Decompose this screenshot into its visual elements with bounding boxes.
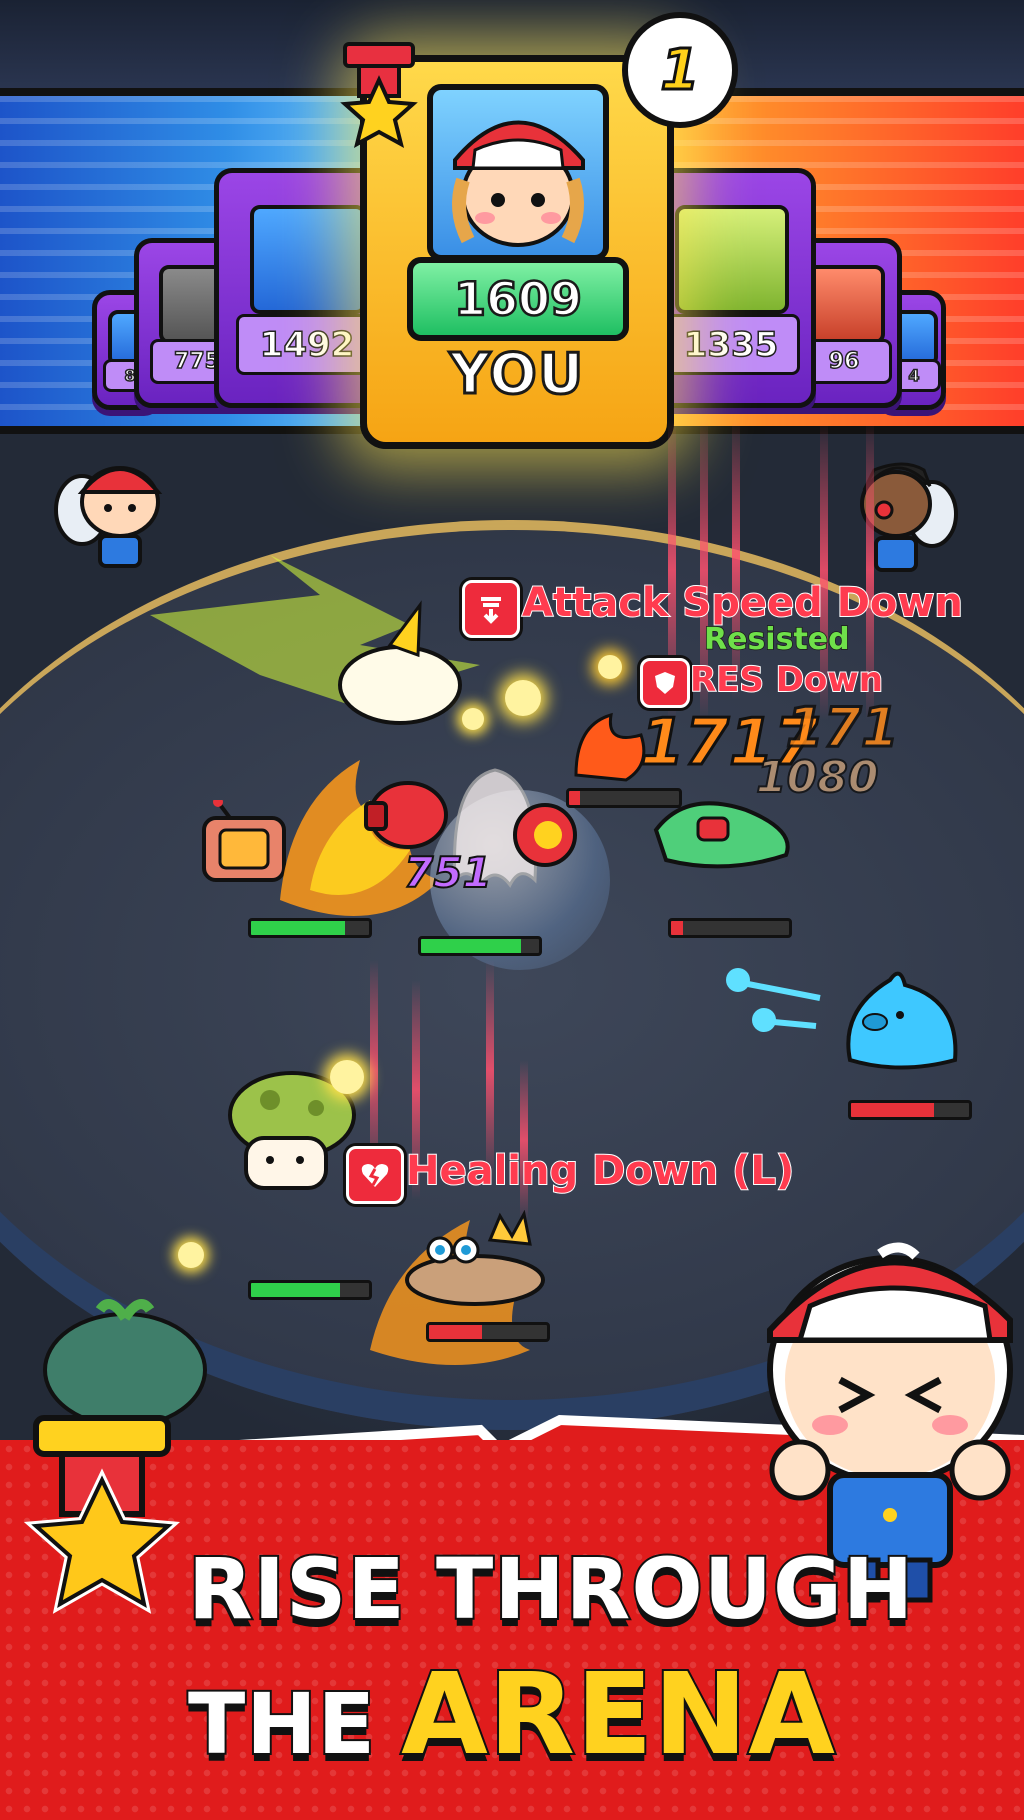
energy-orb xyxy=(598,655,622,679)
attack-speed-down-icon xyxy=(462,580,520,638)
medal-star-icon xyxy=(23,1415,181,1614)
healing-down-icon xyxy=(346,1146,404,1204)
fireball-icon xyxy=(513,803,577,867)
status-attack-speed-down: Attack Speed Down xyxy=(521,579,964,627)
water-slime-icon xyxy=(846,971,958,1070)
health-bar-ally-tv xyxy=(248,918,372,938)
player-score: 1609 xyxy=(407,257,629,341)
res-down-icon xyxy=(640,658,690,708)
player-avatar xyxy=(427,84,609,261)
energy-orb xyxy=(330,1060,364,1094)
player-portrait xyxy=(805,265,885,344)
arrow-down-icon xyxy=(481,597,501,624)
status-resisted: Resisted xyxy=(703,621,850,658)
broken-heart-icon xyxy=(361,1164,389,1187)
energy-orb xyxy=(462,708,484,730)
promo-headline-prefix: THE xyxy=(186,1673,377,1775)
rival-trainer-icon xyxy=(860,462,958,572)
promo-headline-highlight: ARENA xyxy=(399,1648,837,1782)
promo-headline-line2: THE ARENA xyxy=(186,1648,837,1782)
status-res-down: RES Down xyxy=(689,659,884,701)
damage-number: 1080 xyxy=(755,751,879,804)
game-scene: 8 775 1492 4 96 1335 1609 YOU 1 Attack S… xyxy=(0,0,1024,1820)
boxing-glove-icon xyxy=(364,781,448,849)
lightning-creature-icon xyxy=(150,555,480,725)
status-healing-down: Healing Down (L) xyxy=(405,1147,795,1195)
promo-headline-line1: RISE THROUGH xyxy=(186,1538,915,1640)
attack-beam xyxy=(520,1060,528,1220)
health-bar-ally-ghost xyxy=(418,936,542,956)
rank-score: 1335 xyxy=(661,314,801,376)
health-bar-enemy-top xyxy=(566,788,682,808)
attack-beam xyxy=(732,420,740,700)
health-bar-enemy-crown xyxy=(426,1322,550,1342)
water-bolt-icon xyxy=(726,968,821,1032)
health-bar-enemy-car xyxy=(668,918,792,938)
damage-number: 751 xyxy=(403,847,493,898)
rank-score: 1492 xyxy=(236,314,378,376)
crown-creature-icon xyxy=(405,1210,545,1306)
player-rank-card: 1609 YOU xyxy=(340,42,674,449)
player-portrait xyxy=(249,205,367,315)
player-character-icon xyxy=(452,120,585,247)
attack-beam xyxy=(486,960,494,1180)
player-portrait xyxy=(674,205,790,315)
shield-down-icon xyxy=(655,672,675,694)
rank-medal-icon xyxy=(340,42,418,148)
energy-orb xyxy=(505,680,541,716)
rank-number-badge: 1 xyxy=(622,12,738,128)
health-bar-enemy-slime xyxy=(848,1100,972,1120)
energy-orb xyxy=(178,1242,204,1268)
player-label: YOU xyxy=(448,341,585,409)
damage-number-crit: 171 xyxy=(785,695,901,761)
health-bar-ally-mushroom xyxy=(248,1280,372,1300)
